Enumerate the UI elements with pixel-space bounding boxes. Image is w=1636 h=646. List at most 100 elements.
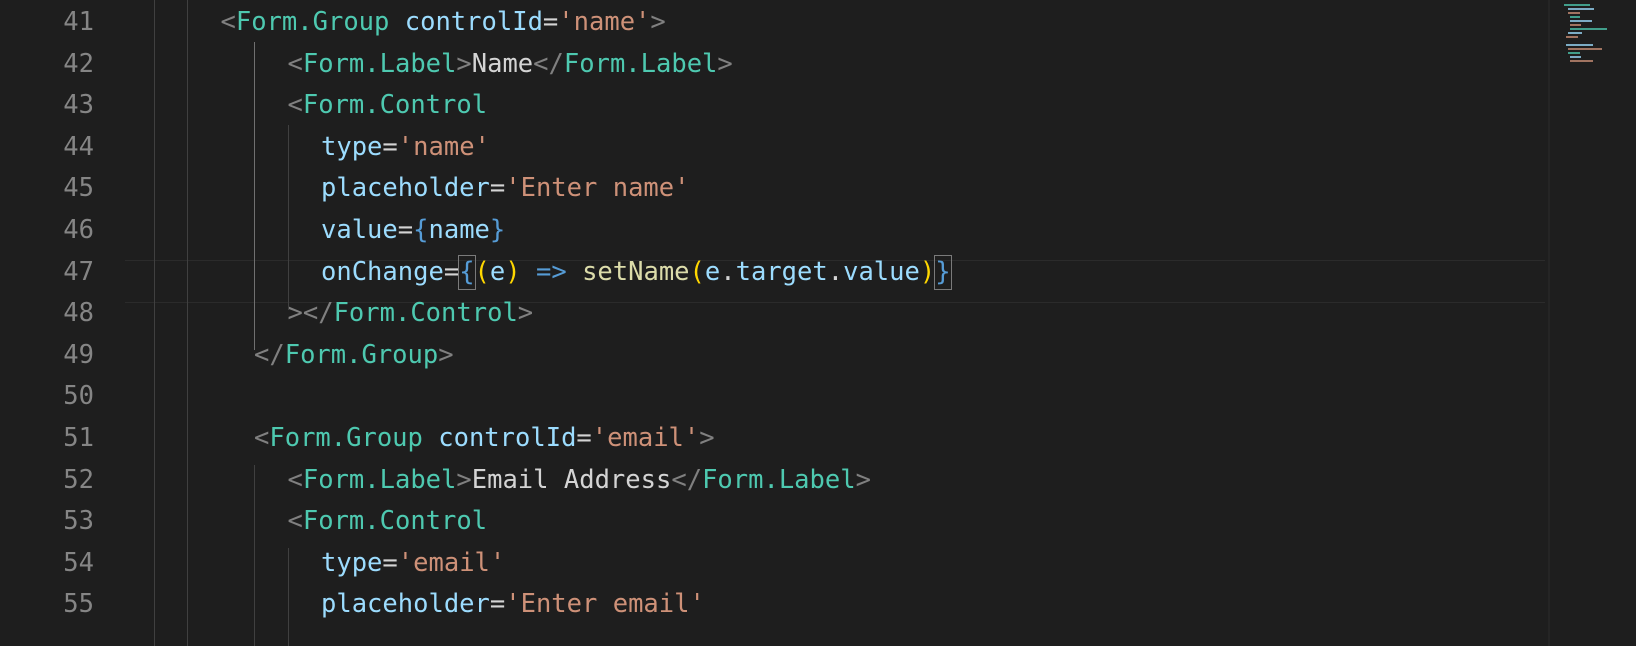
code-token-punc: </ [254, 339, 285, 370]
code-line[interactable]: type='name' [321, 126, 490, 169]
code-token-var: e [489, 256, 506, 287]
code-token-tag: Form.Group [269, 423, 423, 453]
code-token-b1: ) [919, 256, 936, 287]
code-line[interactable]: placeholder='Enter email' [321, 583, 705, 626]
code-token-punc: > [855, 464, 871, 495]
code-token-punc: < [220, 7, 236, 37]
minimap-line [1570, 20, 1592, 22]
code-token-eq: = [489, 173, 506, 204]
code-token-fn: setName [582, 256, 690, 287]
code-line[interactable]: <Form.Label>Email Address</Form.Label> [288, 459, 871, 502]
indent-guide [287, 548, 289, 646]
code-token-text: Name [471, 48, 534, 79]
code-token-tag: Form.Label [302, 464, 457, 495]
code-token-punc: > [456, 48, 472, 79]
minimap-line [1568, 48, 1603, 50]
code-token-attr: onChange [321, 256, 444, 287]
code-token-text: . [720, 256, 736, 287]
code-token-punc: > [456, 464, 472, 495]
code-line[interactable]: <Form.Control [288, 500, 488, 543]
indent-guide [254, 42, 255, 350]
indent-guide [287, 125, 289, 310]
minimap-line [1566, 36, 1578, 38]
code-token-tag: Form.Control [302, 90, 488, 121]
code-token-punc: < [287, 506, 303, 537]
code-token-attr: controlId [404, 7, 543, 37]
minimap-line [1568, 12, 1580, 14]
code-line[interactable]: <Form.Control [288, 84, 488, 127]
code-token-op: => [535, 256, 567, 287]
minimap-line [1570, 16, 1580, 18]
code-token-tag: Form.Label [702, 464, 856, 495]
code-token-eq: = [576, 423, 592, 453]
indent-guide [153, 0, 155, 646]
code-line[interactable]: <Form.Group controlId='name'> [221, 1, 666, 44]
code-line[interactable]: <Form.Group controlId='email'> [254, 417, 715, 460]
code-token-punc: </ [533, 48, 564, 79]
minimap-line [1570, 28, 1607, 30]
minimap-line [1568, 32, 1583, 34]
code-token-punc: > [438, 339, 454, 370]
code-line[interactable]: type='email' [321, 542, 505, 585]
code-token-str: 'Enter name' [505, 173, 690, 204]
code-token-eq: = [382, 547, 398, 578]
code-token-attr: placeholder [321, 589, 490, 620]
code-token-punc: < [287, 464, 303, 495]
code-token-op: { [413, 215, 429, 245]
code-token-str: 'email' [591, 423, 700, 453]
code-token-eq: = [489, 589, 506, 620]
code-token-attr: value [321, 215, 398, 245]
code-token-punc: > [699, 423, 715, 453]
indent-guide [254, 465, 255, 646]
code-token-var: e [704, 256, 721, 287]
code-token-tag: Form.Control [333, 298, 518, 329]
code-token-var: target [735, 256, 828, 287]
code-area[interactable]: <Form.Group controlId='name'> <Form.Label… [0, 0, 1550, 646]
code-token-b1: ( [689, 256, 705, 287]
code-token-tag: Form.Group [284, 339, 439, 370]
code-line[interactable]: onChange={(e) => setName(e.target.value)… [321, 251, 951, 294]
code-token-str: 'name' [397, 131, 490, 162]
minimap-line [1564, 4, 1591, 6]
minimap[interactable] [1550, 0, 1636, 646]
code-token-str: 'name' [558, 7, 651, 37]
code-token-op: } [489, 215, 506, 245]
code-token-punc: < [287, 48, 303, 79]
code-token-punc: < [287, 90, 303, 121]
code-editor[interactable]: 41 42 43 44 45 46 47 48 49 50 51 52 53 54 55 <Form.Gro… [0, 0, 1636, 646]
code-token-tag: Form.Label [563, 48, 718, 79]
minimap-line [1570, 24, 1581, 26]
minimap-line [1566, 44, 1593, 46]
code-token-tag: Form.Label [302, 48, 457, 79]
bracket-match-box [458, 254, 477, 291]
code-line[interactable]: ></Form.Control> [288, 292, 534, 335]
code-token-text: Email Address [471, 464, 672, 495]
code-token-eq: = [382, 131, 398, 162]
code-line[interactable]: placeholder='Enter name' [321, 167, 689, 210]
code-token-attr: controlId [438, 423, 577, 453]
code-token-punc: < [254, 423, 270, 453]
code-token-attr: type [321, 131, 383, 162]
code-token-attr: placeholder [321, 173, 490, 204]
code-token-b1: ( [474, 256, 490, 287]
code-line[interactable]: </Form.Group> [254, 334, 454, 377]
minimap-line [1570, 56, 1581, 58]
bracket-match-box [934, 254, 953, 291]
code-token-punc: > [717, 48, 733, 79]
code-token-punc: </ [671, 464, 703, 495]
minimap-line [1568, 8, 1595, 10]
code-line[interactable]: <Form.Label>Name</Form.Label> [288, 43, 733, 86]
code-token-eq: = [542, 7, 559, 37]
code-token-eq: = [443, 256, 460, 287]
minimap-line [1568, 52, 1580, 54]
code-token-attr: type [321, 547, 383, 578]
code-token-b1: ) [505, 256, 521, 287]
code-line[interactable]: value={name} [321, 209, 505, 252]
code-token-str: 'email' [397, 547, 506, 578]
code-token-punc: > [517, 298, 534, 329]
indent-guide [187, 0, 188, 646]
